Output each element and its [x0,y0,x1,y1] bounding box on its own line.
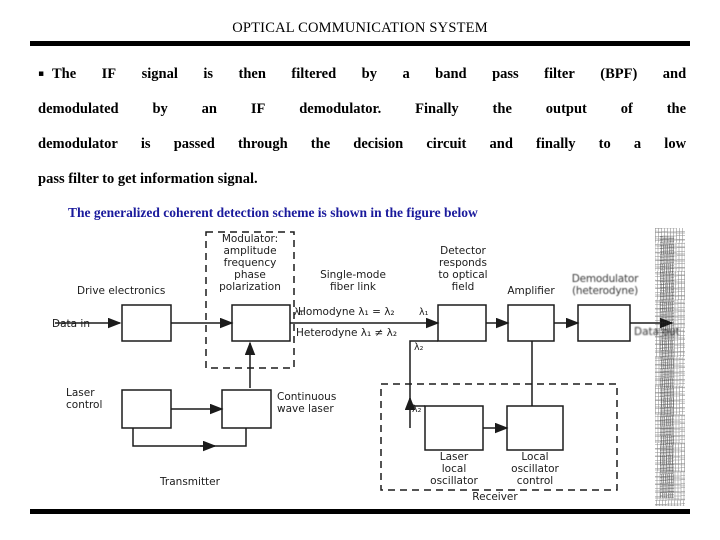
word: is [203,66,214,82]
label-lo-control-line1: Local [521,451,549,463]
word: by [361,66,377,82]
bullet-icon: ▪ [38,69,45,80]
word: by [152,101,168,117]
word: output [545,101,587,117]
word: (BPF) [600,66,638,82]
label-detector-line2: responds [439,257,487,269]
label-amplifier: Amplifier [507,285,555,297]
label-fiber-line2: fiber link [330,281,376,293]
label-lambda2-local-oscillator: λ₂ [412,404,422,415]
word: is [140,136,151,152]
word: decision [353,136,404,152]
slide-canvas: OPTICAL COMMUNICATION SYSTEM ▪ The IF sig… [0,0,720,540]
word: then [238,66,266,82]
word: low [664,136,687,152]
word: finally [536,136,576,152]
body-line-1: ▪ The IF signal is then filtered by a ban… [38,57,686,92]
label-modulator-phase: phase [234,269,266,281]
label-homodyne: Homodyne λ₁ = λ₂ [298,306,395,318]
word: IF [250,101,266,117]
word: band [435,66,467,82]
word: a [402,66,410,82]
body-line-3: demodulator is passed through the decisi… [38,127,686,162]
word: an [201,101,217,117]
label-demodulator-line2: (heterodyne) [572,285,638,297]
label-modulator-frequency: frequency [223,257,277,269]
word: demodulated [38,101,119,117]
label-cw-laser-line2: wave laser [277,403,334,415]
title-divider-top [30,41,690,46]
label-lambda1-detector: λ₁ [419,307,429,318]
word: pass [492,66,519,82]
word: filtered [291,66,337,82]
body-text: ▪ The IF signal is then filtered by a ban… [38,57,686,197]
label-lo-control-line2: oscillator [511,463,559,475]
word: The [52,66,77,82]
label-modulator-polarization: polarization [219,281,281,293]
word: of [620,101,633,117]
label-data-in: Data in [52,318,90,330]
scan-noise-artifact-core [660,236,674,498]
word: IF [101,66,117,82]
label-cw-laser-line1: Continuous [277,391,337,403]
label-lambda2-detector: λ₂ [414,342,424,353]
word: through [237,136,288,152]
body-line-4: pass filter to get information signal. [38,171,258,187]
label-fiber-line1: Single-mode [320,269,386,281]
label-detector-line4: field [451,281,475,293]
word: signal [141,66,178,82]
word: filter [544,66,575,82]
label-heterodyne: Heterodyne λ₁ ≠ λ₂ [296,327,398,339]
word: the [666,101,687,117]
word: the [310,136,331,152]
label-detector-line3: to optical [438,269,488,281]
word: Finally [415,101,459,117]
word: the [492,101,512,117]
label-laser-lo-line3: oscillator [430,475,478,487]
word: and [489,136,513,152]
word: demodulator [38,136,118,152]
label-laser-control-line2: control [66,399,103,411]
page-title: OPTICAL COMMUNICATION SYSTEM [232,20,488,36]
word: and [662,66,687,82]
word: to [598,136,611,152]
label-transmitter: Transmitter [160,476,220,488]
label-drive-electronics: Drive electronics [77,285,166,297]
word: a [633,136,642,152]
body-line-2: demodulated by an IF demodulator. Finall… [38,92,686,127]
label-receiver: Receiver [472,491,518,503]
label-lo-control-line3: control [516,475,554,487]
word: circuit [426,136,467,152]
word: passed [173,136,215,152]
label-modulator-amplitude: amplitude [223,245,277,257]
label-modulator-title: Modulator: [221,233,279,245]
label-laser-control-line1: Laser [66,387,95,399]
coherent-detection-figure: Drive electronics Data in Modulator: amp… [0,228,720,510]
figure-caption-highlight: The generalized coherent detection schem… [68,205,478,220]
label-demodulator-line1: Demodulator [571,273,639,285]
label-laser-lo-line1: Laser [439,451,469,463]
label-detector-line1: Detector [440,245,486,257]
label-laser-lo-line2: local [441,463,467,475]
word: demodulator. [299,101,382,117]
